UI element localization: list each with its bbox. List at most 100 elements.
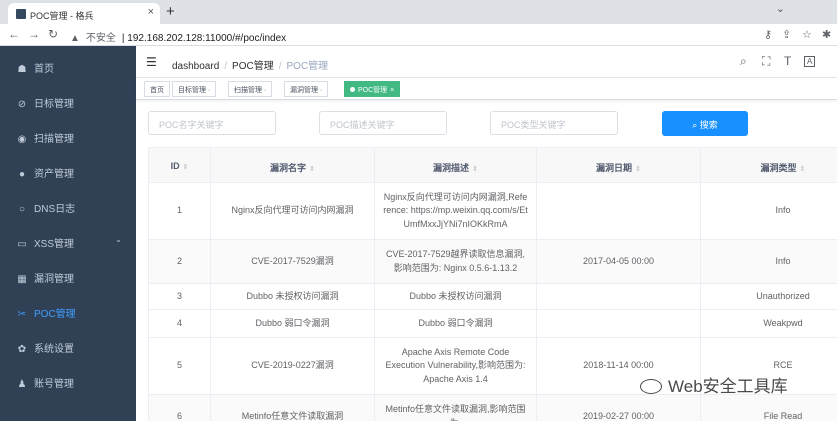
sidebar-item-label: 扫描管理 [34,134,74,145]
tag-targets[interactable]: 目标管理 · [172,81,217,97]
cell-name: CVE-2017-7529漏洞 [211,240,375,283]
chat-icon: ○ [18,204,26,215]
table-row[interactable]: 1 Nginx反向代理可访问内网漏洞 Nginx反向代理可访问内网漏洞,Refe… [149,183,837,240]
grid-icon: ▦ [17,274,27,285]
address-bar: ← → ↻ ▲ 不安全 | 192.168.202.128:11000/#/poc/… [0,24,837,46]
sidebar-item-label: 账号管理 [34,379,74,390]
table-row[interactable]: 4 Dubbo 弱口令漏洞 Dubbo 弱口令漏洞 Weakpwd [149,310,837,338]
table-row[interactable]: 3 Dubbo 未授权访问漏洞 Dubbo 未授权访问漏洞 Unauthoriz… [149,284,837,310]
cell-type: Unauthorized [701,284,837,309]
sidebar-item-dns[interactable]: ○ DNS日志 [0,188,136,223]
tag-label: 目标管理 · [178,87,211,94]
back-icon[interactable]: ← [8,27,20,41]
cell-date [537,310,701,337]
sidebar-item-assets[interactable]: ● 资产管理 [0,153,136,188]
scissors-icon: ✂ [17,309,27,320]
sidebar-item-label: 系统设置 [34,344,74,355]
close-tab-icon[interactable]: × [148,6,154,18]
gear-icon: ✿ [17,344,27,355]
new-tab-icon[interactable]: + [166,3,175,20]
sidebar-item-accounts[interactable]: ♟ 账号管理 [0,363,136,398]
breadcrumb-dashboard[interactable]: dashboard [172,61,219,72]
url-field[interactable]: ▲ 不安全 | 192.168.202.128:11000/#/poc/index [62,26,752,44]
tag-scans[interactable]: 扫描管理 · [228,81,273,97]
cell-name: Dubbo 未授权访问漏洞 [211,284,375,309]
sidebar-item-label: 漏洞管理 [34,274,74,285]
cell-name: Nginx反向代理可访问内网漏洞 [211,183,375,239]
sidebar-item-scans[interactable]: ◉ 扫描管理 [0,118,136,153]
chevron-down-icon: ⌄ [115,235,122,244]
browser-tab[interactable]: POC管理 - 格兵 × [8,3,160,24]
browser-tab-strip: POC管理 - 格兵 × + ⌄ [0,0,837,24]
cell-id: 2 [149,240,211,283]
table-row[interactable]: 6 Metinfo任意文件读取漏洞 Metinfo任意文件读取漏洞,影响范围为:… [149,395,837,421]
close-icon[interactable]: × [390,87,394,94]
header-id[interactable]: ID ⇕ [149,148,211,184]
sidebar-item-settings[interactable]: ✿ 系统设置 [0,328,136,363]
cell-id: 1 [149,183,211,239]
wechat-icon [640,379,662,394]
cell-type: Info [701,183,837,239]
table-header: ID ⇕ 漏洞名字 ⇕ 漏洞描述 ⇕ 漏洞日期 ⇕ 漏洞类型 ⇕ [149,147,837,184]
star-icon[interactable]: ☆ [802,28,812,41]
cell-id: 4 [149,310,211,337]
tag-label: 扫描管理 · [234,87,267,94]
tag-home[interactable]: 首页 [144,81,170,97]
watermark-text: Web安全工具库 [668,377,788,396]
header-label: 漏洞类型 [760,163,797,173]
header-label: 漏洞日期 [596,163,633,173]
sort-icon: ⇕ [472,166,478,173]
sort-icon: ⇕ [799,166,806,173]
cell-name: CVE-2019-0227漏洞 [211,338,375,394]
warning-icon: ▲ [70,33,80,44]
fullscreen-icon[interactable]: ⛶ [762,54,770,69]
sidebar-item-home[interactable]: ☗ 首页 [0,48,136,83]
header-type[interactable]: 漏洞类型 ⇕ [701,148,837,184]
url-text: 192.168.202.128:11000/#/poc/index [127,33,287,44]
tag-vulns[interactable]: 漏洞管理 · [284,81,329,97]
link-icon: ⊘ [17,99,27,110]
sidebar-item-poc[interactable]: ✂ POC管理 [0,293,136,328]
breadcrumb-poc-parent[interactable]: POC管理 [232,61,274,72]
sidebar-item-targets[interactable]: ⊘ 日标管理 [0,83,136,118]
tag-label: POC管理 [358,87,388,94]
sidebar-item-label: 首页 [34,64,54,75]
sidebar-item-label: POC管理 [34,309,76,320]
extension-icon[interactable]: ✱ [822,28,831,41]
search-button[interactable]: ⌕ 搜索 [662,111,748,136]
search-icon[interactable]: ⌕ [740,54,747,69]
poc-type-input[interactable]: POC类型关键字 [490,111,618,135]
sort-icon: ⇕ [182,164,189,171]
sidebar: ☗ 首页 ⊘ 日标管理 ◉ 扫描管理 ● 资产管理 ○ DNS日志 ▭ XSS管理 ⌄ ▦ 漏洞… [0,46,136,421]
tag-poc[interactable]: POC管理 × [344,81,401,97]
active-dot-icon [350,87,355,92]
forward-icon[interactable]: → [28,27,40,41]
cell-date: 2017-04-05 00:00 [537,240,701,283]
watermark: Web安全工具库 [640,372,788,397]
language-icon[interactable]: A [804,56,816,67]
key-icon[interactable]: ⚷ [764,28,772,41]
hamburger-icon[interactable]: ☰ [146,55,157,69]
table-row[interactable]: 2 CVE-2017-7529漏洞 CVE-2017-7529越界读取信息漏洞,… [149,240,837,284]
cell-id: 3 [149,284,211,309]
tab-title: POC管理 - 格兵 [30,11,94,21]
cell-desc: Dubbo 未授权访问漏洞 [375,284,537,309]
favicon-icon [16,9,26,19]
reload-icon[interactable]: ↻ [48,27,58,41]
header-desc[interactable]: 漏洞描述 ⇕ [375,148,537,184]
sidebar-item-vulns[interactable]: ▦ 漏洞管理 [0,258,136,293]
poc-name-input[interactable]: POC名字关键字 [148,111,276,135]
cell-id: 6 [149,395,211,421]
sidebar-item-xss[interactable]: ▭ XSS管理 ⌄ [0,223,136,258]
sidebar-item-label: XSS管理 [34,239,75,250]
share-icon[interactable]: ⇪ [782,28,791,41]
font-size-icon[interactable]: T [784,54,791,68]
monitor-icon: ▭ [17,239,27,250]
header-name[interactable]: 漏洞名字 ⇕ [211,148,375,184]
tags-view: 首页 目标管理 · 扫描管理 · 漏洞管理 · POC管理 × [136,78,837,100]
header-date[interactable]: 漏洞日期 ⇕ [537,148,701,184]
poc-desc-input[interactable]: POC描述关键字 [319,111,447,135]
chevron-down-icon[interactable]: ⌄ [776,2,785,15]
cell-type: Info [701,240,837,283]
header-label: 漏洞描述 [433,163,470,173]
